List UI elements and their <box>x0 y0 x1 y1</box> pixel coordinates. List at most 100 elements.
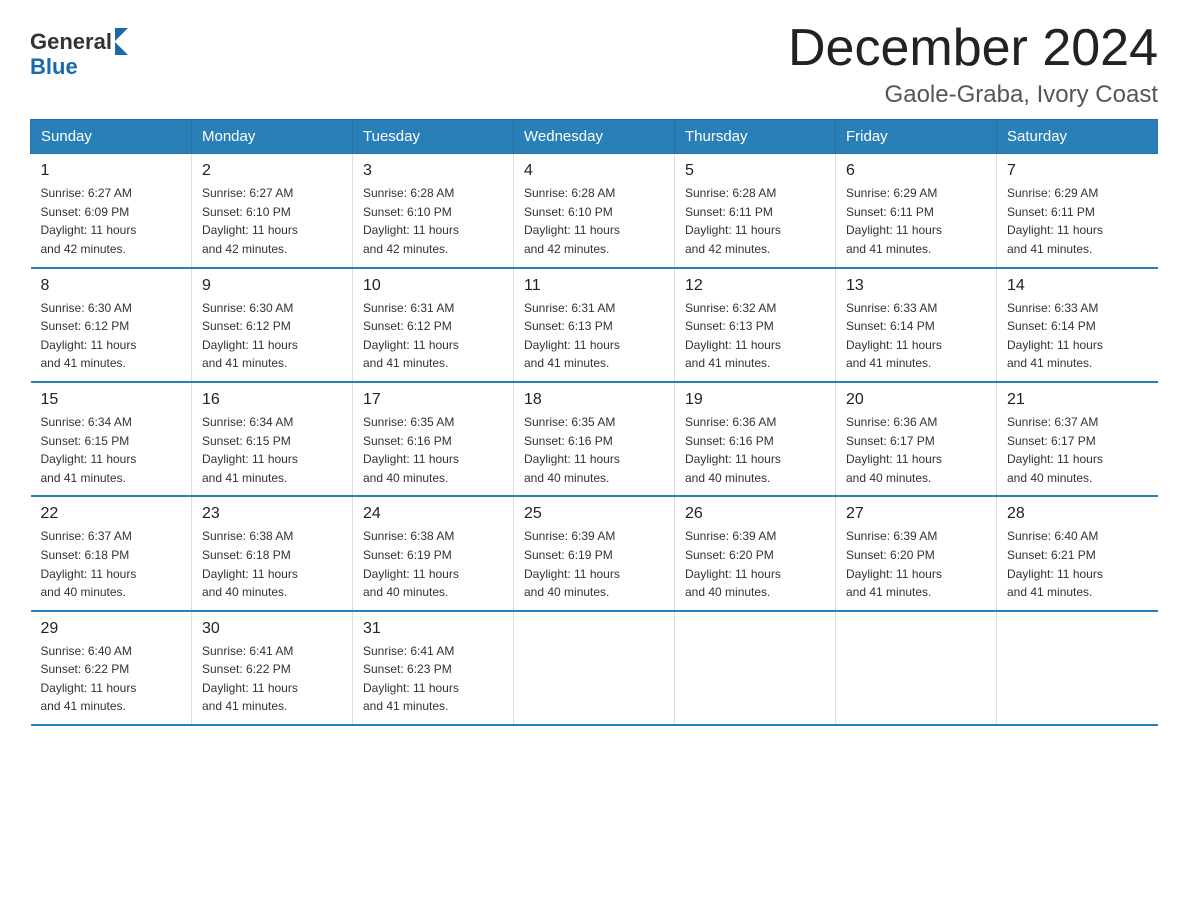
calendar-cell: 10Sunrise: 6:31 AMSunset: 6:12 PMDayligh… <box>353 268 514 382</box>
calendar-cell: 12 Sunrise: 6:32 AMSunset: 6:13 PMDayligh… <box>675 268 836 382</box>
day-number: 6 <box>846 162 986 180</box>
calendar-table: SundayMondayTuesdayWednesdayThursdayFrid… <box>30 119 1158 726</box>
day-number: 2 <box>202 162 342 180</box>
day-number: 11 <box>524 277 664 295</box>
day-info: Sunrise: 6:32 AMSunset: 6:13 PMDaylight:… <box>685 299 825 373</box>
day-number: 29 <box>41 620 182 638</box>
calendar-week-row: 22 Sunrise: 6:37 AMSunset: 6:18 PMDayligh… <box>31 496 1158 610</box>
calendar-cell: 25 Sunrise: 6:39 AMSunset: 6:19 PMDayligh… <box>514 496 675 610</box>
day-number: 18 <box>524 391 664 409</box>
calendar-cell <box>675 611 836 725</box>
calendar-cell: 21 Sunrise: 6:37 AMSunset: 6:17 PMDayligh… <box>997 382 1158 496</box>
day-info: Sunrise: 6:39 AMSunset: 6:20 PMDaylight:… <box>846 527 986 601</box>
day-info: Sunrise: 6:28 AMSunset: 6:10 PMDaylight:… <box>363 184 503 258</box>
day-info: Sunrise: 6:33 AMSunset: 6:14 PMDaylight:… <box>846 299 986 373</box>
day-info: Sunrise: 6:34 AMSunset: 6:15 PMDaylight:… <box>41 413 182 487</box>
calendar-cell: 15Sunrise: 6:34 AMSunset: 6:15 PMDayligh… <box>31 382 192 496</box>
day-number: 12 <box>685 277 825 295</box>
day-info: Sunrise: 6:39 AMSunset: 6:19 PMDaylight:… <box>524 527 664 601</box>
day-info: Sunrise: 6:30 AMSunset: 6:12 PMDaylight:… <box>202 299 342 373</box>
day-number: 22 <box>41 505 182 523</box>
day-info: Sunrise: 6:28 AMSunset: 6:11 PMDaylight:… <box>685 184 825 258</box>
day-number: 4 <box>524 162 664 180</box>
day-number: 31 <box>363 620 503 638</box>
calendar-week-row: 8 Sunrise: 6:30 AMSunset: 6:12 PMDaylight… <box>31 268 1158 382</box>
calendar-cell: 20 Sunrise: 6:36 AMSunset: 6:17 PMDayligh… <box>836 382 997 496</box>
day-number: 13 <box>846 277 986 295</box>
calendar-cell: 7 Sunrise: 6:29 AMSunset: 6:11 PMDaylight… <box>997 154 1158 268</box>
day-number: 26 <box>685 505 825 523</box>
day-info: Sunrise: 6:36 AMSunset: 6:17 PMDaylight:… <box>846 413 986 487</box>
logo: General Blue <box>30 30 128 79</box>
day-info: Sunrise: 6:40 AMSunset: 6:21 PMDaylight:… <box>1007 527 1148 601</box>
calendar-cell: 1Sunrise: 6:27 AMSunset: 6:09 PMDaylight… <box>31 154 192 268</box>
day-info: Sunrise: 6:40 AMSunset: 6:22 PMDaylight:… <box>41 642 182 716</box>
day-number: 19 <box>685 391 825 409</box>
day-info: Sunrise: 6:30 AMSunset: 6:12 PMDaylight:… <box>41 299 182 373</box>
day-number: 28 <box>1007 505 1148 523</box>
day-info: Sunrise: 6:27 AMSunset: 6:09 PMDaylight:… <box>41 184 182 258</box>
calendar-cell: 18 Sunrise: 6:35 AMSunset: 6:16 PMDayligh… <box>514 382 675 496</box>
day-info: Sunrise: 6:39 AMSunset: 6:20 PMDaylight:… <box>685 527 825 601</box>
calendar-cell <box>997 611 1158 725</box>
calendar-cell: 9Sunrise: 6:30 AMSunset: 6:12 PMDaylight… <box>192 268 353 382</box>
calendar-cell: 26 Sunrise: 6:39 AMSunset: 6:20 PMDayligh… <box>675 496 836 610</box>
location-title: Gaole-Graba, Ivory Coast <box>788 81 1158 109</box>
day-info: Sunrise: 6:41 AMSunset: 6:22 PMDaylight:… <box>202 642 342 716</box>
column-header-saturday: Saturday <box>997 120 1158 154</box>
calendar-cell: 5Sunrise: 6:28 AMSunset: 6:11 PMDaylight… <box>675 154 836 268</box>
day-info: Sunrise: 6:35 AMSunset: 6:16 PMDaylight:… <box>524 413 664 487</box>
day-number: 20 <box>846 391 986 409</box>
day-info: Sunrise: 6:27 AMSunset: 6:10 PMDaylight:… <box>202 184 342 258</box>
day-info: Sunrise: 6:31 AMSunset: 6:12 PMDaylight:… <box>363 299 503 373</box>
calendar-cell: 4 Sunrise: 6:28 AMSunset: 6:10 PMDaylight… <box>514 154 675 268</box>
column-header-wednesday: Wednesday <box>514 120 675 154</box>
calendar-cell: 13 Sunrise: 6:33 AMSunset: 6:14 PMDayligh… <box>836 268 997 382</box>
column-header-friday: Friday <box>836 120 997 154</box>
day-number: 16 <box>202 391 342 409</box>
day-number: 3 <box>363 162 503 180</box>
day-number: 25 <box>524 505 664 523</box>
day-number: 17 <box>363 391 503 409</box>
day-number: 27 <box>846 505 986 523</box>
day-number: 8 <box>41 277 182 295</box>
column-header-tuesday: Tuesday <box>353 120 514 154</box>
month-title: December 2024 <box>788 20 1158 77</box>
day-info: Sunrise: 6:37 AMSunset: 6:18 PMDaylight:… <box>41 527 182 601</box>
day-info: Sunrise: 6:29 AMSunset: 6:11 PMDaylight:… <box>1007 184 1148 258</box>
day-info: Sunrise: 6:28 AMSunset: 6:10 PMDaylight:… <box>524 184 664 258</box>
calendar-cell: 22 Sunrise: 6:37 AMSunset: 6:18 PMDayligh… <box>31 496 192 610</box>
calendar-cell: 23Sunrise: 6:38 AMSunset: 6:18 PMDayligh… <box>192 496 353 610</box>
logo-general: General <box>30 30 112 54</box>
day-number: 7 <box>1007 162 1148 180</box>
calendar-cell: 28 Sunrise: 6:40 AMSunset: 6:21 PMDayligh… <box>997 496 1158 610</box>
day-info: Sunrise: 6:38 AMSunset: 6:18 PMDaylight:… <box>202 527 342 601</box>
day-info: Sunrise: 6:33 AMSunset: 6:14 PMDaylight:… <box>1007 299 1148 373</box>
calendar-cell: 16 Sunrise: 6:34 AMSunset: 6:15 PMDayligh… <box>192 382 353 496</box>
calendar-cell: 29 Sunrise: 6:40 AMSunset: 6:22 PMDayligh… <box>31 611 192 725</box>
calendar-week-row: 1Sunrise: 6:27 AMSunset: 6:09 PMDaylight… <box>31 154 1158 268</box>
day-info: Sunrise: 6:36 AMSunset: 6:16 PMDaylight:… <box>685 413 825 487</box>
day-number: 14 <box>1007 277 1148 295</box>
calendar-cell: 14 Sunrise: 6:33 AMSunset: 6:14 PMDayligh… <box>997 268 1158 382</box>
page-header: General Blue December 2024 Gaole-Graba, … <box>30 20 1158 109</box>
title-block: December 2024 Gaole-Graba, Ivory Coast <box>788 20 1158 109</box>
calendar-week-row: 29 Sunrise: 6:40 AMSunset: 6:22 PMDayligh… <box>31 611 1158 725</box>
day-info: Sunrise: 6:34 AMSunset: 6:15 PMDaylight:… <box>202 413 342 487</box>
calendar-cell: 2 Sunrise: 6:27 AMSunset: 6:10 PMDaylight… <box>192 154 353 268</box>
day-info: Sunrise: 6:35 AMSunset: 6:16 PMDaylight:… <box>363 413 503 487</box>
calendar-cell: 11 Sunrise: 6:31 AMSunset: 6:13 PMDayligh… <box>514 268 675 382</box>
calendar-cell: 27 Sunrise: 6:39 AMSunset: 6:20 PMDayligh… <box>836 496 997 610</box>
day-info: Sunrise: 6:31 AMSunset: 6:13 PMDaylight:… <box>524 299 664 373</box>
calendar-cell: 31Sunrise: 6:41 AMSunset: 6:23 PMDayligh… <box>353 611 514 725</box>
column-header-sunday: Sunday <box>31 120 192 154</box>
calendar-cell: 6Sunrise: 6:29 AMSunset: 6:11 PMDaylight… <box>836 154 997 268</box>
column-header-monday: Monday <box>192 120 353 154</box>
calendar-cell: 17 Sunrise: 6:35 AMSunset: 6:16 PMDayligh… <box>353 382 514 496</box>
calendar-cell: 8 Sunrise: 6:30 AMSunset: 6:12 PMDaylight… <box>31 268 192 382</box>
calendar-cell <box>514 611 675 725</box>
day-info: Sunrise: 6:37 AMSunset: 6:17 PMDaylight:… <box>1007 413 1148 487</box>
day-number: 21 <box>1007 391 1148 409</box>
calendar-cell: 30Sunrise: 6:41 AMSunset: 6:22 PMDayligh… <box>192 611 353 725</box>
calendar-cell <box>836 611 997 725</box>
